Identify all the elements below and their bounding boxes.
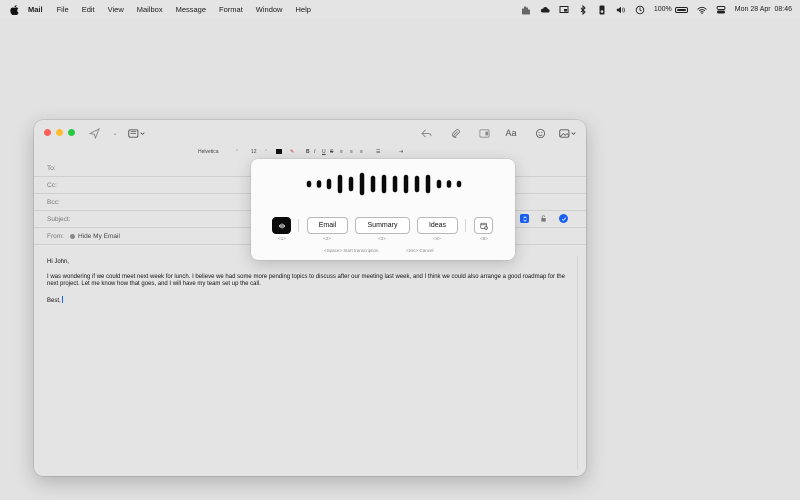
bold-button[interactable]: B	[306, 149, 310, 155]
indent-icon[interactable]: ⇥	[399, 149, 403, 155]
italic-button[interactable]: I	[314, 149, 315, 155]
signature-check-icon[interactable]	[559, 214, 568, 223]
menu-clock[interactable]: Mon 28 Apr 08:46	[735, 6, 792, 13]
screen-mirroring-icon[interactable]	[559, 5, 569, 15]
font-family-chevron-icon: ⌃	[235, 149, 240, 155]
menu-help[interactable]: Help	[295, 5, 310, 14]
menu-mail[interactable]: Mail	[28, 5, 43, 14]
menu-message[interactable]: Message	[176, 5, 206, 14]
shortcut-4: <4>	[433, 236, 441, 241]
strikethrough-button[interactable]: S	[330, 149, 333, 155]
font-size-chevron-icon: ⌃	[264, 149, 269, 155]
start-transcription-hint: <Space> Start transcription	[324, 248, 379, 253]
shortcut-2: <2>	[323, 236, 331, 241]
menu-view[interactable]: View	[108, 5, 124, 14]
hand-wave-icon[interactable]	[521, 5, 531, 15]
subject-label: Subject:	[47, 215, 71, 223]
paperclip-icon[interactable]	[449, 127, 461, 139]
text-caret	[61, 295, 63, 303]
hide-my-email-icon	[69, 233, 75, 239]
ipod-icon[interactable]	[597, 5, 607, 15]
window-controls	[44, 129, 75, 136]
summary-button[interactable]: Summary	[355, 217, 410, 234]
summary-button-label: Summary	[367, 222, 398, 229]
divider	[465, 219, 466, 232]
reply-icon[interactable]	[420, 127, 432, 139]
shortcut-1: <1>	[278, 236, 286, 241]
calendar-button[interactable]	[474, 217, 493, 234]
title-bar: ⌄ Aa	[34, 120, 586, 148]
align-left-icon[interactable]: ≡	[340, 149, 343, 155]
email-button-label: Email	[318, 222, 337, 229]
menu-bar: Mail File Edit View Mailbox Message Form…	[0, 0, 800, 19]
underline-button[interactable]: U	[322, 149, 326, 155]
photo-browser-icon[interactable]	[478, 127, 490, 139]
apple-icon[interactable]	[10, 4, 20, 15]
menu-window[interactable]: Window	[256, 5, 283, 14]
highlight-color-icon[interactable]: ✎	[290, 149, 294, 155]
writing-tools-popover: <1> Email <2> Summary <3> Ideas <4> <5> …	[251, 159, 515, 260]
message-body[interactable]: Hi John, I was wondering if we could mee…	[47, 259, 567, 312]
menu-format[interactable]: Format	[219, 5, 243, 14]
text-color-button[interactable]	[276, 149, 282, 155]
scrollbar[interactable]	[577, 256, 581, 470]
volume-icon[interactable]	[616, 5, 626, 15]
cc-label: Cc:	[47, 181, 57, 189]
photo-icon[interactable]	[558, 127, 578, 139]
list-icon[interactable]: ☰	[376, 149, 380, 155]
shortcut-3: <3>	[378, 236, 386, 241]
battery-percent: 100%	[653, 6, 672, 13]
align-center-icon[interactable]: ≡	[350, 149, 353, 155]
zoom-button[interactable]	[68, 129, 75, 136]
calendar-icon	[479, 222, 488, 230]
menu-edit[interactable]: Edit	[82, 5, 95, 14]
dictation-button[interactable]	[272, 217, 291, 234]
email-button[interactable]: Email	[307, 217, 348, 234]
menu-file[interactable]: File	[57, 5, 69, 14]
from-select[interactable]: Hide My Email	[69, 232, 120, 240]
header-fields-icon[interactable]	[127, 127, 147, 139]
format-bar: Helvetica ⌃ 12 ⌃ ✎ B I U S ≡ ≡ ≡ ☰ ⇥	[34, 148, 586, 159]
emoji-icon[interactable]	[534, 127, 546, 139]
body-paragraph: I was wondering if we could meet next we…	[47, 273, 565, 288]
wifi-icon[interactable]	[697, 5, 707, 15]
bcc-label: Bcc:	[47, 198, 60, 206]
divider	[298, 219, 299, 232]
encryption-lock-icon[interactable]	[539, 214, 548, 223]
battery-status[interactable]: 100%	[654, 6, 688, 13]
menu-mailbox[interactable]: Mailbox	[137, 5, 163, 14]
shortcut-5: <5>	[480, 236, 488, 241]
to-label: To:	[47, 164, 56, 172]
ideas-button-label: Ideas	[428, 222, 447, 229]
waveform-icon	[278, 222, 286, 230]
greeting-text: Hi John,	[47, 259, 70, 265]
send-options-chevron-icon[interactable]: ⌄	[109, 127, 121, 139]
fonts-icon[interactable]: Aa	[504, 127, 518, 139]
close-button[interactable]	[44, 129, 51, 136]
minimize-button[interactable]	[56, 129, 63, 136]
cancel-hint: <esc> Cancel	[406, 248, 434, 253]
battery-icon	[674, 6, 688, 13]
signoff-text: Best,	[47, 297, 61, 304]
priority-stepper-icon[interactable]	[520, 214, 529, 223]
time-machine-icon[interactable]	[635, 5, 645, 15]
from-label: From:	[47, 232, 64, 240]
font-size-select[interactable]: 12	[251, 149, 257, 155]
control-center-icon[interactable]	[716, 5, 726, 15]
font-family-select[interactable]: Helvetica	[198, 149, 219, 155]
ideas-button[interactable]: Ideas	[417, 217, 458, 234]
audio-waveform-icon	[306, 172, 462, 196]
align-right-icon[interactable]: ≡	[360, 149, 363, 155]
signoff-line: Best,	[47, 295, 567, 306]
bluetooth-icon[interactable]	[578, 4, 588, 15]
send-icon[interactable]	[88, 127, 100, 139]
from-value: Hide My Email	[77, 232, 120, 240]
cloud-icon[interactable]	[540, 5, 550, 15]
